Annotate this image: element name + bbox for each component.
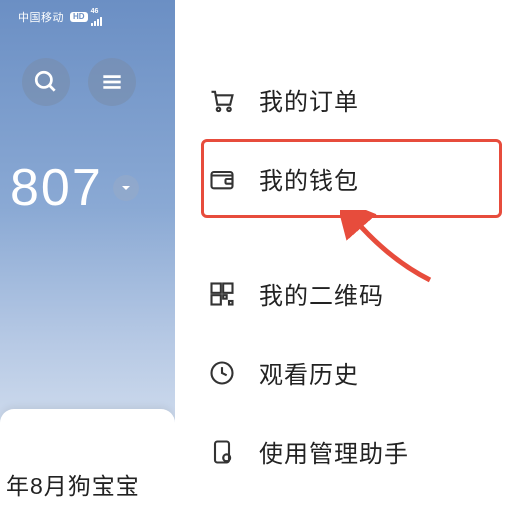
menu-label-qrcode: 我的二维码 (259, 276, 384, 311)
menu-item-orders[interactable]: 我的订单 (201, 60, 502, 139)
wallet-icon (207, 164, 237, 194)
carrier-label: 中国移动 (18, 9, 64, 25)
menu-item-history[interactable]: 观看历史 (201, 333, 502, 412)
number-display-row: 807 (0, 106, 175, 218)
signal-icon: 46 (91, 8, 102, 26)
menu-item-qrcode[interactable]: 我的二维码 (201, 254, 502, 333)
hd-badge: HD (70, 12, 88, 22)
menu-item-wallet[interactable]: 我的钱包 (201, 139, 502, 218)
hamburger-icon (99, 69, 125, 95)
content-card[interactable]: 年8月狗宝宝 (0, 409, 175, 519)
menu-label-orders: 我的订单 (259, 82, 359, 117)
search-button[interactable] (22, 58, 70, 106)
chevron-down-icon (120, 182, 132, 194)
search-icon (33, 69, 59, 95)
number-display: 807 (10, 158, 103, 218)
dropdown-button[interactable] (113, 175, 139, 201)
cart-icon (207, 85, 237, 115)
menu-item-assistant[interactable]: 使用管理助手 (201, 412, 502, 491)
top-button-row (0, 30, 175, 106)
menu-label-wallet: 我的钱包 (259, 161, 359, 196)
phone-settings-icon (207, 437, 237, 467)
menu-button[interactable] (88, 58, 136, 106)
qrcode-icon (207, 279, 237, 309)
menu-label-assistant: 使用管理助手 (259, 434, 409, 469)
card-text: 年8月狗宝宝 (6, 473, 140, 499)
background-app-panel: 中国移动 HD 46 807 年8月狗宝宝 (0, 0, 175, 519)
clock-icon (207, 358, 237, 388)
status-icons: HD 46 (70, 8, 102, 26)
status-bar: 中国移动 HD 46 (0, 0, 175, 30)
drawer-menu: 我的订单 我的钱包 我的二维码 观看历史 使用管理助手 (175, 0, 532, 519)
menu-label-history: 观看历史 (259, 355, 359, 390)
